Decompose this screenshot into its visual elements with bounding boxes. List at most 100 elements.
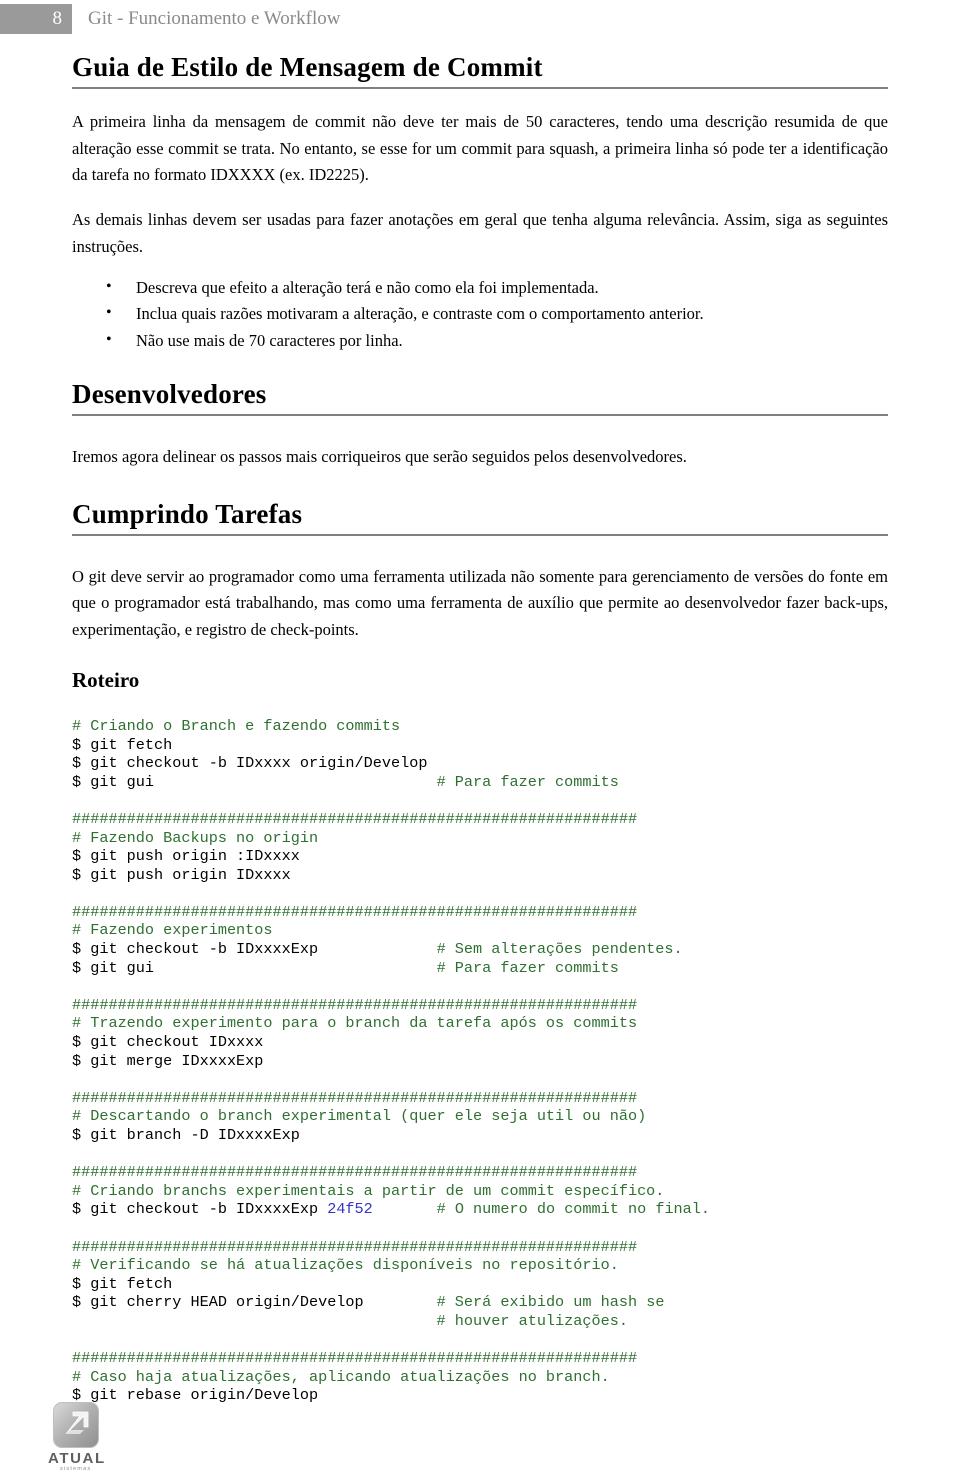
code-comment: # Caso haja atualizações, aplicando atua…: [72, 1367, 610, 1386]
code-gap: [154, 773, 437, 791]
code-command: $ git checkout -b IDxxxxExp: [72, 1200, 328, 1219]
code-separator: ########################################…: [72, 902, 638, 921]
code-line: ########################################…: [72, 1349, 888, 1368]
page-header: 8 Git - Funcionamento e Workflow: [0, 4, 960, 38]
code-separator: ########################################…: [72, 1349, 638, 1368]
section-heading-desenvolvedores: Desenvolvedores: [72, 379, 888, 416]
code-line: $ git checkout -b IDxxxxExp 24f52 # O nu…: [72, 1200, 888, 1219]
code-comment: # Fazendo Backups no origin: [72, 828, 319, 847]
code-line: ########################################…: [72, 810, 888, 829]
code-line: $ git fetch: [72, 1275, 888, 1294]
paragraph-cumprindo-tarefas: O git deve servir ao programador como um…: [72, 566, 888, 640]
document-content: Guia de Estilo de Mensagem de Commit A p…: [72, 52, 888, 1405]
code-comment: # Criando branchs experimentais a partir…: [72, 1181, 665, 1200]
code-line: $ git cherry HEAD origin/Develop # Será …: [72, 1293, 888, 1312]
code-separator: ########################################…: [72, 809, 638, 828]
header-title: Git - Funcionamento e Workflow: [88, 8, 341, 29]
code-line: ########################################…: [72, 1238, 888, 1257]
code-separator: ########################################…: [72, 1088, 638, 1107]
code-line: ########################################…: [72, 1163, 888, 1182]
section-heading-cumprindo-tarefas: Cumprindo Tarefas: [72, 499, 888, 536]
code-command: $ git checkout -b IDxxxx origin/Develop: [72, 754, 428, 773]
code-command: $ git checkout IDxxxx: [72, 1033, 264, 1052]
code-separator: ########################################…: [72, 1237, 638, 1256]
code-inline-comment: # Será exibido um hash se: [436, 1293, 665, 1312]
code-line: $ git push origin :IDxxxx: [72, 847, 888, 866]
code-line: # Fazendo Backups no origin: [72, 829, 888, 848]
section-heading-commit-style: Guia de Estilo de Mensagem de Commit: [72, 52, 888, 90]
code-comment: # houver atulizações.: [72, 1311, 628, 1330]
code-line: ########################################…: [72, 996, 888, 1015]
code-gap: [318, 940, 436, 958]
list-item: Descreva que efeito a alteração terá e n…: [106, 274, 888, 302]
code-command: $ git gui: [72, 772, 155, 791]
paragraph-desenvolvedores: Iremos agora delinear os passos mais cor…: [72, 446, 687, 466]
code-line: $ git checkout -b IDxxxx origin/Develop: [72, 754, 888, 773]
code-line: # Verificando se há atualizações disponí…: [72, 1256, 888, 1275]
code-line: # Fazendo experimentos: [72, 921, 888, 940]
code-inline-comment: # Sem alterações pendentes.: [436, 940, 683, 959]
code-command: $ git checkout -b IDxxxxExp: [72, 940, 319, 959]
code-command: $ git branch -D IDxxxxExp: [72, 1126, 300, 1145]
atual-logo-arrow-icon: [53, 1402, 99, 1448]
code-line: $ git gui # Para fazer commits: [72, 773, 888, 792]
code-gap: [154, 959, 437, 977]
code-command: $ git merge IDxxxxExp: [72, 1051, 264, 1070]
code-line: $ git checkout -b IDxxxxExp # Sem altera…: [72, 940, 888, 959]
code-line: $ git merge IDxxxxExp: [72, 1052, 888, 1071]
git-commands-code-block: # Criando o Branch e fazendo commits $ gi…: [72, 717, 888, 1405]
logo-tagline: sistemas: [60, 1466, 92, 1472]
footer-logo: ATUAL sistemas: [48, 1402, 156, 1472]
code-line: $ git branch -D IDxxxxExp: [72, 1126, 888, 1145]
code-line: # Criando o Branch e fazendo commits: [72, 717, 888, 736]
code-comment: # Criando o Branch e fazendo commits: [72, 716, 401, 735]
paragraph-commit-other-lines: As demais linhas devem ser usadas para f…: [72, 210, 888, 256]
subsection-heading-roteiro: Roteiro: [72, 667, 140, 692]
code-comment: # Fazendo experimentos: [72, 921, 273, 940]
code-inline-comment: # Para fazer commits: [436, 958, 619, 977]
code-line: ########################################…: [72, 903, 888, 922]
list-item: Inclua quais razões motivaram a alteraçã…: [106, 300, 888, 328]
list-item: Não use mais de 70 caracteres por linha.: [106, 327, 888, 355]
code-line: # Trazendo experimento para o branch da …: [72, 1014, 888, 1033]
code-line: $ git push origin IDxxxx: [72, 866, 888, 885]
code-line: $ git rebase origin/Develop: [72, 1386, 888, 1405]
code-command: $ git push origin IDxxxx: [72, 865, 291, 884]
code-line: $ git gui # Para fazer commits: [72, 959, 888, 978]
code-command: $ git cherry HEAD origin/Develop: [72, 1293, 364, 1312]
code-inline-comment: # Para fazer commits: [436, 772, 619, 791]
code-inline-comment: # O numero do commit no final.: [436, 1200, 711, 1219]
code-separator: ########################################…: [72, 995, 638, 1014]
code-line: # houver atulizações.: [72, 1312, 888, 1331]
code-line: # Criando branchs experimentais a partir…: [72, 1182, 888, 1201]
code-line: ########################################…: [72, 1089, 888, 1108]
code-line: # Descartando o branch experimental (que…: [72, 1107, 888, 1126]
paragraph-commit-first-line: A primeira linha da mensagem de commit n…: [72, 112, 888, 185]
logo-wordmark: ATUAL: [48, 1450, 106, 1467]
code-line: # Caso haja atualizações, aplicando atua…: [72, 1368, 888, 1387]
code-line: $ git fetch: [72, 736, 888, 755]
code-command: $ git fetch: [72, 735, 173, 754]
page-number-badge: 8: [0, 4, 72, 34]
code-comment: # Trazendo experimento para o branch da …: [72, 1014, 638, 1033]
code-comment: # Descartando o branch experimental (que…: [72, 1107, 647, 1126]
code-separator: ########################################…: [72, 1163, 638, 1182]
commit-instructions-list: Descreva que efeito a alteração terá e n…: [72, 274, 888, 355]
code-command: $ git fetch: [72, 1274, 173, 1293]
commit-hash: 24f52: [327, 1200, 373, 1219]
